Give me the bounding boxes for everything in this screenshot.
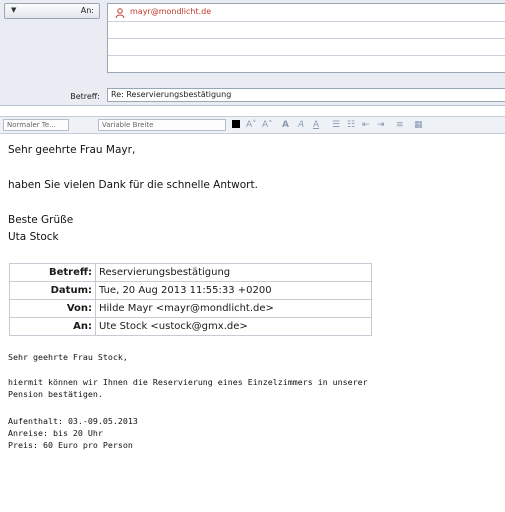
table-row: Von: Hilde Mayr <mayr@mondlicht.de> (9, 299, 372, 318)
text-color-button[interactable] (232, 120, 240, 128)
recipient-divider (108, 21, 505, 22)
quote-value: Reservierungsbestätigung (95, 263, 372, 282)
quote-value: Ute Stock <ustock@gmx.de> (95, 317, 372, 336)
table-row: Betreff: Reservierungsbestätigung (9, 263, 372, 282)
recipient-divider (108, 38, 505, 39)
format-toolbar: Normaler Te... Variable Breite A˅ A˄ A A… (0, 116, 505, 134)
quote-key: Von: (9, 299, 96, 318)
quote-value: Hilde Mayr <mayr@mondlicht.de> (95, 299, 372, 318)
font-larger-icon[interactable]: A˄ (262, 119, 273, 131)
body-line: haben Sie vielen Dank für die schnelle A… (8, 179, 258, 191)
quoted-stay: Aufenthalt: 03.-09.05.2013 (8, 416, 138, 426)
insert-icon[interactable]: ▦ (414, 119, 423, 131)
table-row: Datum: Tue, 20 Aug 2013 11:55:33 +0200 (9, 281, 372, 300)
quoted-greeting: Sehr geehrte Frau Stock, (8, 352, 128, 362)
quoted-arrival: Anreise: bis 20 Uhr (8, 428, 103, 438)
recipient-list[interactable]: mayr@mondlicht.de (107, 3, 505, 73)
quote-key: Betreff: (9, 263, 96, 282)
outdent-icon[interactable]: ⇤ (362, 119, 370, 131)
paragraph-style-select[interactable]: Normaler Te... (3, 119, 69, 131)
recipient-type-dropdown[interactable]: ▼ An: (4, 3, 100, 19)
underline-icon[interactable]: A (313, 119, 319, 131)
greeting-text: Sehr geehrte Frau Mayr, (8, 144, 136, 156)
indent-icon[interactable]: ⇥ (377, 119, 385, 131)
quoted-header-table: Betreff: Reservierungsbestätigung Datum:… (9, 263, 372, 336)
quote-value: Tue, 20 Aug 2013 11:55:33 +0200 (95, 281, 372, 300)
font-smaller-icon[interactable]: A˅ (246, 119, 257, 131)
bullet-list-icon[interactable]: ☰ (332, 119, 340, 131)
quoted-price: Preis: 60 Euro pro Person (8, 440, 133, 450)
recipient-type-label: An: (80, 6, 94, 15)
quoted-line: Pension bestätigen. (8, 389, 103, 399)
subject-input[interactable]: Re: Reservierungsbestätigung (107, 88, 505, 102)
signature-text: Uta Stock (8, 231, 59, 243)
recipient-address[interactable]: mayr@mondlicht.de (130, 7, 211, 16)
subject-label: Betreff: (70, 92, 100, 101)
quote-key: Datum: (9, 281, 96, 300)
closing-text: Beste Grüße (8, 214, 74, 226)
font-select[interactable]: Variable Breite (98, 119, 226, 131)
italic-icon[interactable]: A (298, 119, 304, 131)
quote-key: An: (9, 317, 96, 336)
quoted-line: hiermit können wir Ihnen die Reservierun… (8, 377, 368, 387)
numbered-list-icon[interactable]: ☷ (347, 119, 355, 131)
address-header: ▼ An: mayr@mondlicht.de Betreff: Re: Res… (0, 0, 505, 106)
contact-icon (115, 8, 125, 18)
dropdown-arrow-icon: ▼ (11, 6, 17, 14)
subject-value: Re: Reservierungsbestätigung (111, 90, 232, 99)
align-icon[interactable]: ≡ (396, 119, 404, 131)
recipient-divider (108, 55, 505, 56)
bold-icon[interactable]: A (282, 119, 289, 131)
table-row: An: Ute Stock <ustock@gmx.de> (9, 317, 372, 336)
